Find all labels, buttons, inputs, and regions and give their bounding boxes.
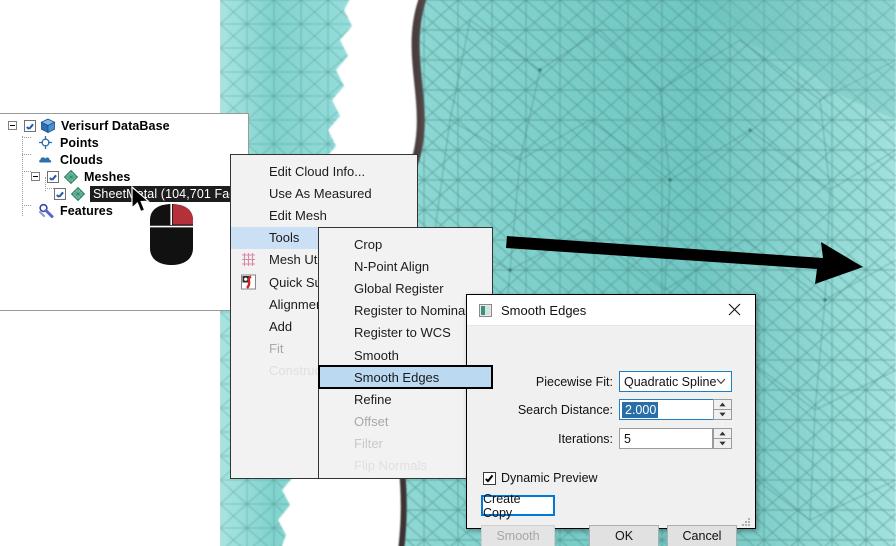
menu-item-label: Construct	[269, 363, 325, 379]
result-arrow-icon	[506, 236, 863, 284]
visibility-checkbox[interactable]	[54, 187, 66, 200]
model-tree-panel[interactable]: Verisurf DataBase Points Clouds Meshes S…	[0, 113, 257, 312]
menu-item-label: N-Point Align	[354, 258, 430, 274]
visibility-checkbox[interactable]	[47, 170, 59, 183]
dialog-title: Smooth Edges	[501, 302, 587, 318]
dialog-titlebar[interactable]: Smooth Edges	[467, 295, 755, 326]
caret-up-icon	[719, 431, 726, 436]
caret-down-icon	[719, 441, 726, 446]
close-button[interactable]	[713, 295, 755, 324]
dynamic-preview-checkbox-row[interactable]: Dynamic Preview	[483, 471, 598, 485]
tree-item-label: Points	[60, 135, 99, 150]
caret-up-icon	[719, 402, 726, 407]
tree-item-features[interactable]: Features	[38, 202, 113, 219]
tree-item-database[interactable]: Verisurf DataBase	[8, 117, 170, 134]
stepper-down-button[interactable]	[713, 439, 732, 449]
tree-line	[22, 154, 31, 155]
submenu-item-smooth-edges[interactable]: Smooth Edges	[318, 365, 493, 390]
caret-down-icon	[719, 412, 726, 417]
tree-line	[45, 188, 54, 189]
menu-item-label: Tools	[269, 230, 300, 246]
menu-item-label: Smooth	[354, 347, 399, 363]
smooth-edges-icon	[479, 303, 492, 317]
iterations-label: Iterations:	[558, 432, 613, 446]
stepper-down-button[interactable]	[713, 410, 732, 420]
tree-item-points[interactable]: Points	[38, 134, 99, 151]
cancel-button[interactable]: Cancel	[667, 525, 737, 546]
menu-item-label: Edit Mesh	[269, 207, 327, 223]
menu-item-label: Flip Normals	[354, 458, 427, 474]
cloud-icon	[39, 157, 52, 163]
menu-item-label: Refine	[354, 391, 392, 407]
dynamic-preview-label: Dynamic Preview	[501, 471, 598, 485]
menu-item-label: Register to WCS	[354, 325, 451, 341]
tree-line	[22, 137, 31, 138]
search-distance-value: 2.000	[622, 401, 659, 418]
search-distance-input[interactable]: 2.000	[619, 399, 713, 420]
menu-item-label: Edit Cloud Info...	[269, 163, 366, 179]
quick-surface-icon	[241, 274, 256, 290]
screenshot-root: Verisurf DataBase Points Clouds Meshes S…	[0, 0, 896, 546]
grid-icon	[242, 252, 255, 266]
mesh-diamond-icon	[63, 169, 79, 184]
menu-item-label: Use As Measured	[269, 185, 372, 201]
database-cube-icon	[40, 118, 56, 133]
right-mouse-button-icon	[150, 204, 193, 265]
iterations-input[interactable]: 5	[619, 428, 713, 449]
menu-item-label: Offset	[354, 414, 389, 430]
search-distance-spinner[interactable]: 2.000	[619, 399, 732, 420]
iterations-stepper[interactable]	[713, 428, 732, 449]
menu-item-label: Add	[269, 318, 293, 334]
expander-collapse-icon[interactable]	[8, 121, 17, 130]
stepper-up-button[interactable]	[713, 428, 732, 439]
iterations-spinner[interactable]: 5	[619, 428, 732, 449]
menu-item-label: Filter	[354, 436, 383, 452]
dialog-body: Piecewise Fit: Quadratic Spline Search D…	[467, 326, 755, 546]
menu-item-label: Fit	[269, 341, 284, 357]
menu-item-use-as-measured[interactable]: Use As Measured	[231, 182, 417, 204]
piecewise-fit-select[interactable]: Quadratic Spline	[619, 371, 732, 392]
tree-item-sheetmetal[interactable]: SheetMetal (104,701 Faces)	[54, 185, 257, 202]
smooth-edges-dialog[interactable]: Smooth Edges Piecewise Fit: Quadratic Sp…	[466, 294, 756, 546]
create-copy-button[interactable]: Create Copy	[481, 492, 555, 520]
tree-item-meshes[interactable]: Meshes	[31, 168, 130, 185]
piecewise-fit-value: Quadratic Spline	[624, 374, 717, 389]
resize-grip-icon[interactable]	[741, 517, 751, 527]
model-tree: Verisurf DataBase Points Clouds Meshes S…	[0, 114, 257, 312]
piecewise-fit-label: Piecewise Fit:	[535, 375, 613, 389]
menu-item-edit-cloud-info[interactable]: Edit Cloud Info...	[231, 160, 417, 182]
tree-item-label: Features	[60, 203, 113, 218]
tree-line	[22, 171, 31, 172]
stepper-up-button[interactable]	[713, 399, 732, 410]
points-crosshair-icon	[39, 136, 52, 149]
tree-item-clouds[interactable]: Clouds	[38, 151, 103, 168]
search-distance-label: Search Distance:	[517, 403, 613, 417]
tree-line	[22, 136, 23, 216]
menu-item-label: Crop	[354, 236, 383, 252]
chevron-down-icon	[716, 378, 726, 385]
tree-item-label: Verisurf DataBase	[61, 118, 170, 133]
expander-collapse-icon[interactable]	[31, 172, 40, 181]
search-distance-stepper[interactable]	[713, 399, 732, 420]
ok-button[interactable]: OK	[589, 525, 659, 546]
iterations-value: 5	[624, 431, 631, 446]
tree-item-label: Clouds	[60, 152, 103, 167]
tree-line	[22, 205, 31, 206]
features-icon	[38, 203, 54, 218]
close-icon	[728, 303, 740, 316]
arrow-cursor-icon	[131, 186, 150, 213]
submenu-item-crop[interactable]: Crop	[319, 233, 492, 255]
menu-item-label: Register to Nominal	[354, 303, 469, 319]
visibility-checkbox[interactable]	[24, 119, 36, 132]
menu-item-label: Smooth Edges	[354, 369, 440, 385]
menu-item-edit-mesh[interactable]: Edit Mesh	[231, 204, 417, 226]
menu-item-label: Global Register	[354, 280, 444, 296]
smooth-button[interactable]: Smooth	[481, 525, 555, 546]
mesh-diamond-icon	[70, 186, 86, 201]
tree-item-label: Meshes	[84, 169, 131, 184]
submenu-item-n-point-align[interactable]: N-Point Align	[319, 255, 492, 277]
dynamic-preview-checkbox[interactable]	[483, 471, 496, 485]
